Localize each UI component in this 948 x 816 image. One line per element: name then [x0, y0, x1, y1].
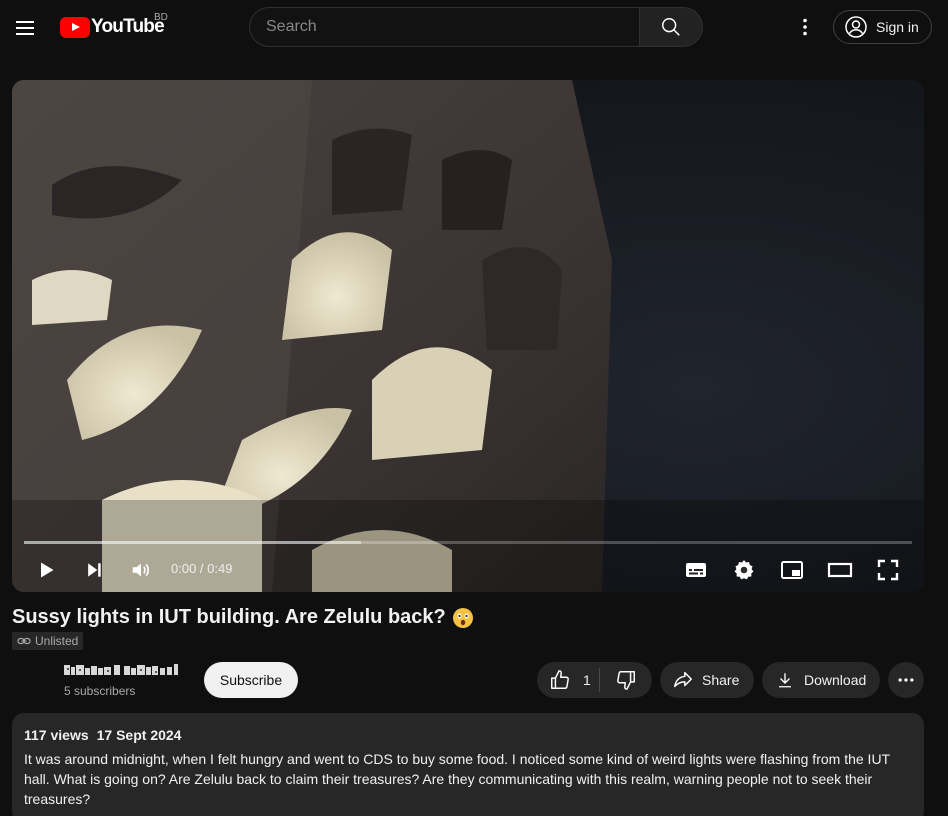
- subscribe-button[interactable]: Subscribe: [204, 662, 298, 698]
- settings-menu-button[interactable]: [787, 9, 823, 45]
- video-title-text: Sussy lights in IUT building. Are Zelulu…: [12, 606, 446, 628]
- description-text: It was around midnight, when I felt hung…: [24, 751, 890, 807]
- play-icon: [41, 562, 54, 578]
- share-label: Share: [702, 672, 740, 688]
- more-horiz-icon: [898, 678, 914, 682]
- video-frame: [12, 80, 924, 592]
- astonished-face-icon: [452, 607, 473, 628]
- unlisted-badge: Unlisted: [12, 632, 84, 650]
- upload-date: 17 Sept 2024: [96, 727, 182, 743]
- theater-icon: [827, 562, 853, 578]
- menu-icon: [16, 21, 34, 35]
- thumbs-up-icon: [551, 670, 569, 689]
- like-button[interactable]: 1: [537, 662, 599, 698]
- video-title: Sussy lights in IUT building. Are Zelulu…: [12, 606, 474, 629]
- search-icon: [662, 18, 680, 36]
- logo-text: YouTube: [91, 16, 165, 37]
- buffer-bar: [24, 541, 362, 544]
- progress-bar[interactable]: [24, 541, 912, 544]
- share-icon: [674, 671, 692, 688]
- theater-mode-button[interactable]: [818, 548, 862, 592]
- share-button[interactable]: Share: [660, 662, 754, 698]
- search-bar: [249, 7, 703, 47]
- video-player[interactable]: 0:00 / 0:49: [12, 80, 924, 592]
- time-display: 0:00 / 0:49: [171, 561, 233, 576]
- next-button[interactable]: [72, 548, 116, 592]
- youtube-logo-icon: [60, 16, 90, 38]
- more-actions-button[interactable]: [888, 662, 924, 698]
- more-vert-icon: [803, 18, 807, 36]
- link-icon: [17, 637, 31, 645]
- channel-name-redacted[interactable]: [64, 663, 180, 677]
- sign-in-button[interactable]: Sign in: [833, 10, 932, 44]
- masthead: YouTube BD Sign in: [0, 0, 948, 56]
- view-count: 117 views: [24, 727, 89, 743]
- next-icon: [88, 563, 101, 577]
- country-code: BD: [154, 12, 168, 23]
- miniplayer-icon: [781, 561, 803, 579]
- search-button[interactable]: [639, 7, 703, 47]
- miniplayer-button[interactable]: [770, 548, 814, 592]
- sign-in-label: Sign in: [876, 19, 919, 35]
- settings-button[interactable]: [722, 548, 766, 592]
- menu-button[interactable]: [8, 11, 42, 45]
- like-count: 1: [583, 672, 591, 688]
- fullscreen-button[interactable]: [866, 548, 910, 592]
- fullscreen-icon: [877, 559, 899, 581]
- player-controls: 0:00 / 0:49: [12, 548, 924, 592]
- unlisted-label: Unlisted: [35, 634, 79, 648]
- download-label: Download: [804, 672, 867, 688]
- volume-button[interactable]: [119, 548, 163, 592]
- thumbs-down-icon: [617, 671, 635, 690]
- download-icon: [779, 673, 791, 688]
- subscriber-count: 5 subscribers: [64, 684, 136, 698]
- dislike-button[interactable]: [600, 662, 652, 698]
- play-button[interactable]: [24, 548, 68, 592]
- search-input[interactable]: [249, 7, 639, 47]
- subtitles-button[interactable]: [674, 548, 718, 592]
- description-box[interactable]: 117 views 17 Sept 2024 It was around mid…: [12, 713, 924, 816]
- subtitles-icon: [686, 563, 706, 577]
- account-icon: [845, 16, 867, 38]
- settings-icon: [734, 560, 754, 580]
- channel-avatar[interactable]: [12, 660, 52, 700]
- youtube-logo[interactable]: YouTube BD: [60, 12, 168, 39]
- volume-icon: [132, 563, 149, 577]
- description-meta: 117 views 17 Sept 2024: [24, 727, 912, 743]
- download-button[interactable]: Download: [762, 662, 880, 698]
- like-dislike-group: 1: [537, 662, 652, 698]
